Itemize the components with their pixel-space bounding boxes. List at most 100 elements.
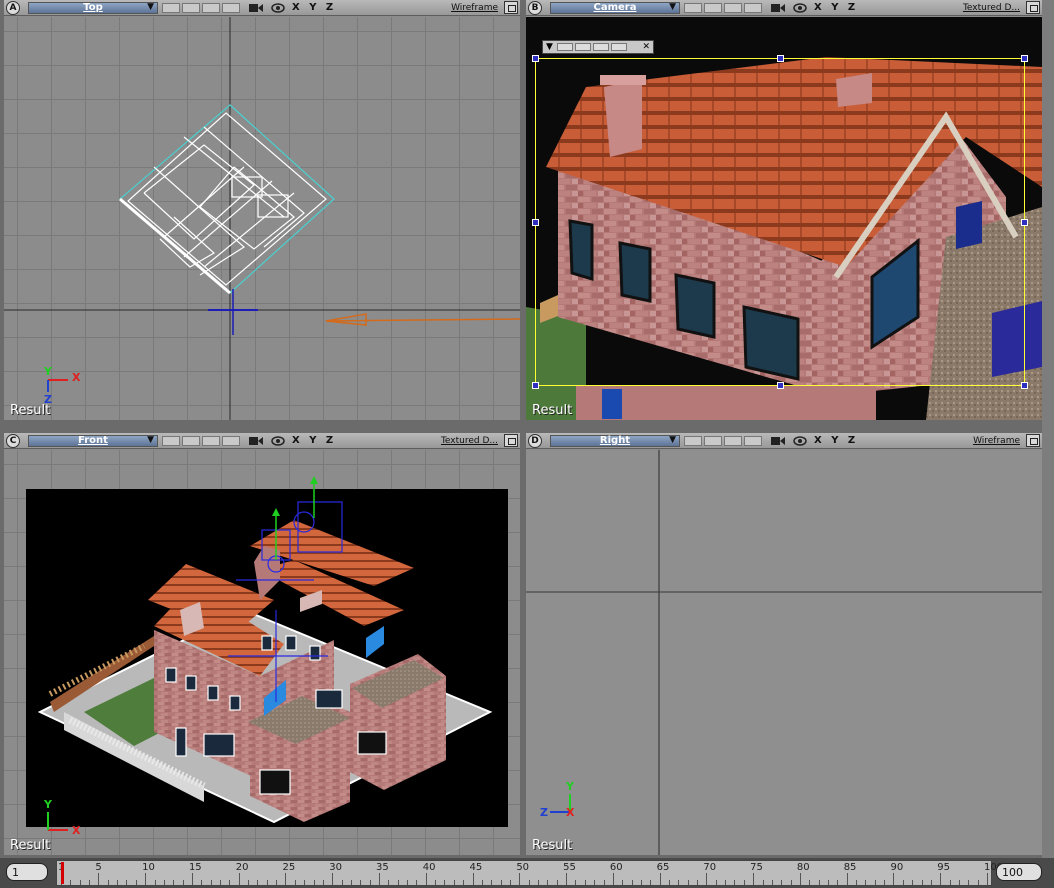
view-selector[interactable]: Top ▼ bbox=[28, 1, 158, 14]
ruler-tick bbox=[715, 880, 717, 885]
maximize-icon[interactable] bbox=[1026, 434, 1040, 447]
ruler-tick bbox=[332, 873, 334, 885]
axis-x-label: X bbox=[72, 371, 81, 384]
dropdown-arrow-icon[interactable]: ▼ bbox=[546, 42, 553, 52]
slot[interactable] bbox=[202, 2, 220, 13]
eye-icon[interactable] bbox=[270, 2, 286, 14]
current-frame-marker[interactable] bbox=[61, 862, 64, 884]
ruler-tick bbox=[547, 880, 549, 885]
maximize-icon[interactable] bbox=[504, 434, 518, 447]
ruler-tick bbox=[425, 873, 427, 885]
viewport-canvas[interactable]: Y X Result bbox=[4, 450, 520, 855]
eye-icon[interactable] bbox=[270, 435, 286, 447]
camera-icon[interactable] bbox=[248, 435, 264, 447]
ruler-tick bbox=[631, 880, 633, 885]
handle[interactable] bbox=[1021, 55, 1028, 62]
selection-frame[interactable] bbox=[532, 55, 1028, 389]
handle[interactable] bbox=[532, 382, 539, 389]
slot[interactable] bbox=[222, 435, 240, 446]
handle[interactable] bbox=[777, 55, 784, 62]
floating-toolbar[interactable]: ▼ ✕ bbox=[542, 40, 654, 54]
view-selector[interactable]: Camera ▼ bbox=[550, 1, 680, 14]
slot[interactable] bbox=[744, 435, 762, 446]
slot[interactable] bbox=[222, 2, 240, 13]
eye-icon[interactable] bbox=[792, 435, 808, 447]
ruler-tick bbox=[379, 873, 381, 885]
viewport-canvas[interactable]: Y X Z Result bbox=[4, 17, 520, 420]
slot[interactable] bbox=[556, 43, 573, 51]
result-label: Result bbox=[10, 838, 51, 853]
axis-constraint-xyz[interactable]: X Y Z bbox=[814, 2, 858, 13]
ruler-tick bbox=[98, 873, 100, 885]
close-icon[interactable]: ✕ bbox=[642, 42, 650, 52]
slot[interactable] bbox=[182, 2, 200, 13]
slot[interactable] bbox=[704, 435, 722, 446]
viewport-canvas[interactable]: Y Z X Result bbox=[526, 450, 1042, 855]
ruler-tick bbox=[781, 880, 783, 885]
maximize-icon[interactable] bbox=[504, 1, 518, 14]
handle[interactable] bbox=[532, 55, 539, 62]
axis-constraint-xyz[interactable]: X Y Z bbox=[814, 435, 858, 446]
handle[interactable] bbox=[777, 382, 784, 389]
slot[interactable] bbox=[182, 435, 200, 446]
slot[interactable] bbox=[574, 43, 591, 51]
handle[interactable] bbox=[1021, 382, 1028, 389]
slot[interactable] bbox=[202, 435, 220, 446]
ruler-tick bbox=[762, 880, 764, 885]
handle[interactable] bbox=[532, 219, 539, 226]
app-window: A Top ▼ X Y Z Wireframe Y X Z Result B C… bbox=[0, 0, 1054, 888]
shading-mode[interactable]: Wireframe bbox=[950, 436, 1020, 446]
ruler-tick bbox=[893, 873, 895, 885]
viewport-letter[interactable]: C bbox=[6, 433, 20, 448]
maximize-icon[interactable] bbox=[1026, 1, 1040, 14]
axis-z-label: Z bbox=[540, 806, 548, 819]
viewport-letter[interactable]: B bbox=[528, 0, 542, 15]
slot[interactable] bbox=[724, 435, 742, 446]
ruler-tick bbox=[921, 880, 923, 885]
slot[interactable] bbox=[724, 2, 742, 13]
slot[interactable] bbox=[162, 2, 180, 13]
viewport-top[interactable]: A Top ▼ X Y Z Wireframe Y X Z Result bbox=[4, 0, 520, 420]
slot[interactable] bbox=[704, 2, 722, 13]
viewport-letter[interactable]: A bbox=[6, 0, 20, 15]
handle[interactable] bbox=[1021, 219, 1028, 226]
viewport-right[interactable]: D Right ▼ X Y Z Wireframe Y Z X Result bbox=[526, 433, 1042, 855]
ruler-tick bbox=[977, 880, 979, 885]
slot[interactable] bbox=[592, 43, 609, 51]
ruler-label: 20 bbox=[235, 862, 249, 873]
ruler-tick bbox=[388, 880, 390, 885]
shading-mode[interactable]: Wireframe bbox=[428, 3, 498, 13]
ruler-tick bbox=[958, 880, 960, 885]
camera-icon[interactable] bbox=[770, 435, 786, 447]
viewport-canvas[interactable]: ▼ ✕ Result bbox=[526, 17, 1042, 420]
viewport-divider-horizontal[interactable] bbox=[0, 420, 1054, 433]
eye-icon[interactable] bbox=[792, 2, 808, 14]
slot[interactable] bbox=[744, 2, 762, 13]
viewport-letter[interactable]: D bbox=[528, 433, 542, 448]
viewport-toolbar: B Camera ▼ X Y Z Textured D... bbox=[526, 0, 1042, 16]
viewport-camera[interactable]: B Camera ▼ X Y Z Textured D... ▼ ✕ Resul… bbox=[526, 0, 1042, 420]
ruler-tick bbox=[220, 880, 221, 885]
slot[interactable] bbox=[162, 435, 180, 446]
slot[interactable] bbox=[684, 2, 702, 13]
camera-target-top bbox=[208, 289, 258, 335]
slot[interactable] bbox=[610, 43, 627, 51]
camera-icon[interactable] bbox=[248, 2, 264, 14]
shading-mode[interactable]: Textured D... bbox=[428, 436, 498, 446]
shading-mode[interactable]: Textured D... bbox=[950, 3, 1020, 13]
view-selector[interactable]: Front ▼ bbox=[28, 434, 158, 447]
viewport-front[interactable]: C Front ▼ X Y Z Textured D... Y X Result bbox=[4, 433, 520, 855]
axis-constraint-xyz[interactable]: X Y Z bbox=[292, 2, 336, 13]
view-name: Front bbox=[78, 435, 108, 446]
ruler-tick bbox=[145, 873, 147, 885]
camera-icon[interactable] bbox=[770, 2, 786, 14]
axis-gizmo-top: Y X Z bbox=[43, 365, 81, 406]
ruler-tick bbox=[790, 880, 792, 885]
end-frame-field[interactable]: 100 bbox=[996, 863, 1042, 881]
slot[interactable] bbox=[684, 435, 702, 446]
start-frame-field[interactable]: 1 bbox=[6, 863, 48, 881]
timeline-ruler[interactable]: 1510152025303540455055606570758085909510… bbox=[56, 860, 1003, 886]
ruler-label: 80 bbox=[796, 862, 810, 873]
view-selector[interactable]: Right ▼ bbox=[550, 434, 680, 447]
axis-constraint-xyz[interactable]: X Y Z bbox=[292, 435, 336, 446]
